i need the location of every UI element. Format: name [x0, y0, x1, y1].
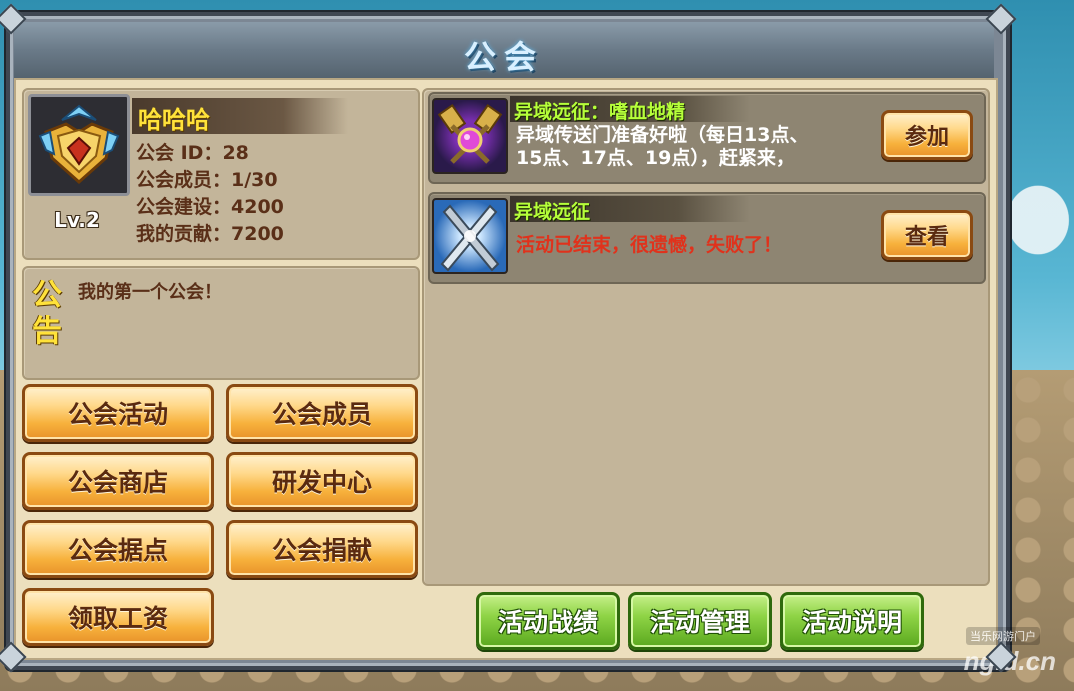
- activity-title: 异域远征: [514, 201, 591, 223]
- activity-description: 异域传送门准备好啦（每日13点、 15点、17点、19点），赶紧来，: [516, 124, 866, 170]
- activity-manage-button[interactable]: 活动管理: [628, 592, 772, 650]
- activity-records-button[interactable]: 活动战绩: [476, 592, 620, 650]
- guild-shop-button[interactable]: 公会商店: [22, 452, 214, 510]
- join-button[interactable]: 参加: [881, 110, 973, 160]
- guild-construction: 公会建设：4200: [136, 196, 284, 218]
- view-button[interactable]: 查看: [881, 210, 973, 260]
- guild-id: 公会 ID：28: [136, 142, 249, 164]
- hammers-gem-icon: [432, 98, 508, 174]
- collect-salary-button[interactable]: 领取工资: [22, 588, 214, 646]
- window-title: 公会: [463, 38, 544, 76]
- research-center-button[interactable]: 研发中心: [226, 452, 418, 510]
- notice-text: 我的第一个公会！: [78, 282, 222, 303]
- my-contribution: 我的贡献：7200: [136, 223, 284, 245]
- guild-level: Lv.2: [54, 208, 100, 232]
- guild-members-button[interactable]: 公会成员: [226, 384, 418, 442]
- notice-label-char: 告: [32, 314, 62, 349]
- crossed-blades-icon: [432, 198, 508, 274]
- activity-status: 活动已结束，很遗憾，失败了！: [516, 234, 783, 256]
- activity-description-line: 15点、17点、19点），赶紧来，: [516, 147, 795, 169]
- guild-member-count: 公会成员：1/30: [136, 169, 278, 191]
- activity-description-line: 异域传送门准备好啦（每日13点、: [516, 124, 809, 146]
- notice-label-char: 公: [32, 278, 62, 313]
- guild-donate-button[interactable]: 公会捐献: [226, 520, 418, 578]
- activity-instructions-button[interactable]: 活动说明: [780, 592, 924, 650]
- activity-title: 异域远征：嗜血地精: [514, 101, 686, 123]
- window-titlebar: 公会: [14, 22, 994, 80]
- guild-crest-icon: [38, 104, 120, 185]
- guild-info-list: 公会 ID：28 公会成员：1/30 公会建设：4200 我的贡献：7200: [136, 140, 284, 248]
- guild-name: 哈哈哈: [138, 106, 210, 134]
- guild-emblem: [28, 94, 130, 196]
- guild-activity-button[interactable]: 公会活动: [22, 384, 214, 442]
- notice-label: 公 告: [32, 278, 68, 350]
- guild-stronghold-button[interactable]: 公会据点: [22, 520, 214, 578]
- watermark-tag: 当乐网游门户: [966, 627, 1040, 645]
